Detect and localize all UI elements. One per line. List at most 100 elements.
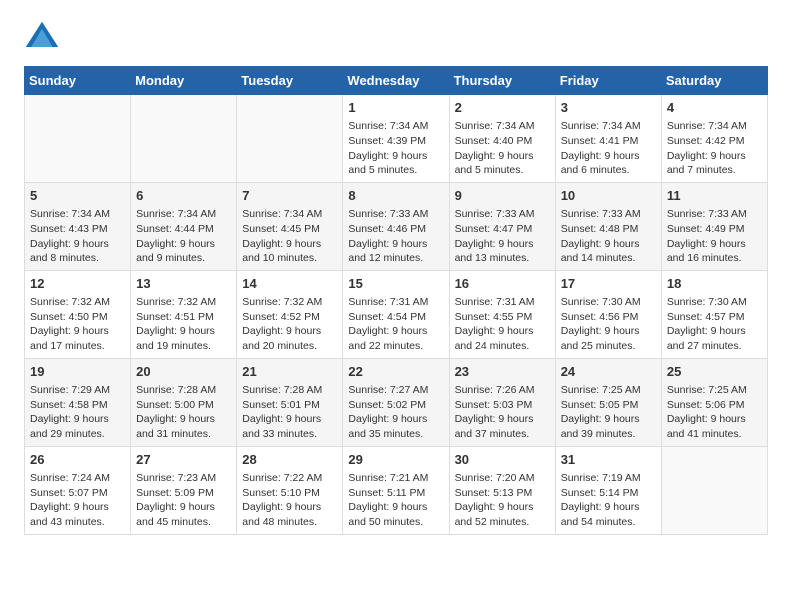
sunset-text: Sunset: 5:02 PM — [348, 399, 426, 411]
day-number: 22 — [348, 363, 443, 381]
day-cell: 17 Sunrise: 7:30 AM Sunset: 4:56 PM Dayligh… — [555, 270, 661, 358]
day-cell: 25Sunrise: 7:25 AMSunset: 5:06 PMDayligh… — [661, 358, 767, 446]
day-number: 10 — [561, 187, 656, 205]
sunrise-text: Sunrise: 7:34 AM — [667, 120, 747, 132]
sunset-text: Sunset: 5:05 PM — [561, 399, 639, 411]
day-number: 4 — [667, 99, 762, 117]
week-row-1: 1Sunrise: 7:34 AMSunset: 4:39 PMDaylight… — [25, 95, 768, 183]
daylight-text: Daylight: 9 hours and 12 minutes. — [348, 238, 427, 265]
sunset-text: Sunset: 4:56 PM — [561, 311, 639, 323]
day-cell: 26Sunrise: 7:24 AMSunset: 5:07 PMDayligh… — [25, 446, 131, 534]
day-cell: 4 Sunrise: 7:34 AM Sunset: 4:42 PM Daylight… — [661, 95, 767, 183]
sunset-text: Sunset: 4:58 PM — [30, 399, 108, 411]
day-cell — [131, 95, 237, 183]
daylight-text: Daylight: 9 hours and 43 minutes. — [30, 501, 109, 528]
day-cell: 3Sunrise: 7:34 AMSunset: 4:41 PMDaylight… — [555, 95, 661, 183]
daylight-text: Daylight: 9 hours and 13 minutes. — [455, 238, 534, 265]
day-number: 7 — [242, 187, 337, 205]
day-number: 2 — [455, 99, 550, 117]
day-cell: 10Sunrise: 7:33 AMSunset: 4:48 PMDayligh… — [555, 182, 661, 270]
sunset-text: Sunset: 5:09 PM — [136, 487, 214, 499]
sunrise-text: Sunrise: 7:34 AM — [30, 208, 110, 220]
sunset-text: Sunset: 4:46 PM — [348, 223, 426, 235]
sunrise-text: Sunrise: 7:23 AM — [136, 472, 216, 484]
col-header-saturday: Saturday — [661, 67, 767, 95]
day-cell: 14Sunrise: 7:32 AMSunset: 4:52 PMDayligh… — [237, 270, 343, 358]
day-cell: 31Sunrise: 7:19 AMSunset: 5:14 PMDayligh… — [555, 446, 661, 534]
day-cell: 9Sunrise: 7:33 AMSunset: 4:47 PMDaylight… — [449, 182, 555, 270]
day-cell: 5Sunrise: 7:34 AMSunset: 4:43 PMDaylight… — [25, 182, 131, 270]
daylight-text: Daylight: 9 hours and 22 minutes. — [348, 325, 427, 352]
sunrise-text: Sunrise: 7:20 AM — [455, 472, 535, 484]
sunrise-text: Sunrise: 7:34 AM — [348, 120, 428, 132]
sunset-text: Sunset: 4:47 PM — [455, 223, 533, 235]
sunset-text: Sunset: 4:52 PM — [242, 311, 320, 323]
day-cell: 23Sunrise: 7:26 AMSunset: 5:03 PMDayligh… — [449, 358, 555, 446]
calendar-body: 1Sunrise: 7:34 AMSunset: 4:39 PMDaylight… — [25, 95, 768, 535]
sunrise-text: Sunrise: 7:32 AM — [242, 296, 322, 308]
daylight-text: Daylight: 9 hours and 14 minutes. — [561, 238, 640, 265]
day-number: 6 — [136, 187, 231, 205]
daylight-text: Daylight: 9 hours and 31 minutes. — [136, 413, 215, 440]
sunset-text: Sunset: 4:48 PM — [561, 223, 639, 235]
daylight-text: Daylight: 9 hours and 7 minutes. — [667, 150, 746, 177]
day-number: 1 — [348, 99, 443, 117]
daylight-text: Daylight: 9 hours and 6 minutes. — [561, 150, 640, 177]
day-number: 20 — [136, 363, 231, 381]
day-number: 25 — [667, 363, 762, 381]
sunset-text: Sunset: 5:00 PM — [136, 399, 214, 411]
sunset-text: Sunset: 4:41 PM — [561, 135, 639, 147]
day-number: 26 — [30, 451, 125, 469]
day-number: 21 — [242, 363, 337, 381]
day-cell: 19Sunrise: 7:29 AMSunset: 4:58 PMDayligh… — [25, 358, 131, 446]
sunset-text: Sunset: 5:01 PM — [242, 399, 320, 411]
day-cell: 2Sunrise: 7:34 AMSunset: 4:40 PMDaylight… — [449, 95, 555, 183]
day-cell: 7Sunrise: 7:34 AMSunset: 4:45 PMDaylight… — [237, 182, 343, 270]
daylight-text: Daylight: 9 hours and 25 minutes. — [561, 325, 640, 352]
logo — [24, 20, 62, 56]
sunrise-text: Sunrise: 7:25 AM — [667, 384, 747, 396]
sunrise-text: Sunrise: 7:33 AM — [348, 208, 428, 220]
sunrise-text: Sunrise: 7:27 AM — [348, 384, 428, 396]
day-number: 15 — [348, 275, 443, 293]
daylight-text: Daylight: 9 hours and 37 minutes. — [455, 413, 534, 440]
daylight-text: Daylight: 9 hours and 39 minutes. — [561, 413, 640, 440]
sunset-text: Sunset: 5:10 PM — [242, 487, 320, 499]
sunrise-text: Sunrise: 7:34 AM — [561, 120, 641, 132]
sunset-text: Sunset: 5:06 PM — [667, 399, 745, 411]
day-number: 13 — [136, 275, 231, 293]
sunrise-text: Sunrise: 7:32 AM — [30, 296, 110, 308]
daylight-text: Daylight: 9 hours and 29 minutes. — [30, 413, 109, 440]
day-number: 8 — [348, 187, 443, 205]
sunset-text: Sunset: 4:42 PM — [667, 135, 745, 147]
day-number: 27 — [136, 451, 231, 469]
sunrise-text: Sunrise: 7:30 AM — [667, 296, 747, 308]
sunrise-text: Sunrise: 7:30 AM — [561, 296, 641, 308]
day-cell: 27Sunrise: 7:23 AMSunset: 5:09 PMDayligh… — [131, 446, 237, 534]
sunset-text: Sunset: 5:11 PM — [348, 487, 425, 499]
day-number: 31 — [561, 451, 656, 469]
week-row-2: 5Sunrise: 7:34 AMSunset: 4:43 PMDaylight… — [25, 182, 768, 270]
day-number: 16 — [455, 275, 550, 293]
daylight-text: Daylight: 9 hours and 20 minutes. — [242, 325, 321, 352]
day-number: 17 — [561, 275, 656, 293]
day-cell — [237, 95, 343, 183]
sunset-text: Sunset: 5:14 PM — [561, 487, 639, 499]
day-cell: 18Sunrise: 7:30 AMSunset: 4:57 PMDayligh… — [661, 270, 767, 358]
day-number: 24 — [561, 363, 656, 381]
calendar-header: SundayMondayTuesdayWednesdayThursdayFrid… — [25, 67, 768, 95]
daylight-text: Daylight: 9 hours and 5 minutes. — [348, 150, 427, 177]
sunset-text: Sunset: 4:54 PM — [348, 311, 426, 323]
sunrise-text: Sunrise: 7:33 AM — [667, 208, 747, 220]
sunrise-text: Sunrise: 7:28 AM — [136, 384, 216, 396]
day-number: 9 — [455, 187, 550, 205]
day-number: 19 — [30, 363, 125, 381]
day-number: 28 — [242, 451, 337, 469]
sunset-text: Sunset: 4:50 PM — [30, 311, 108, 323]
daylight-text: Daylight: 9 hours and 8 minutes. — [30, 238, 109, 265]
daylight-text: Daylight: 9 hours and 54 minutes. — [561, 501, 640, 528]
sunset-text: Sunset: 4:57 PM — [667, 311, 745, 323]
sunset-text: Sunset: 4:43 PM — [30, 223, 108, 235]
daylight-text: Daylight: 9 hours and 17 minutes. — [30, 325, 109, 352]
day-cell: 21Sunrise: 7:28 AMSunset: 5:01 PMDayligh… — [237, 358, 343, 446]
